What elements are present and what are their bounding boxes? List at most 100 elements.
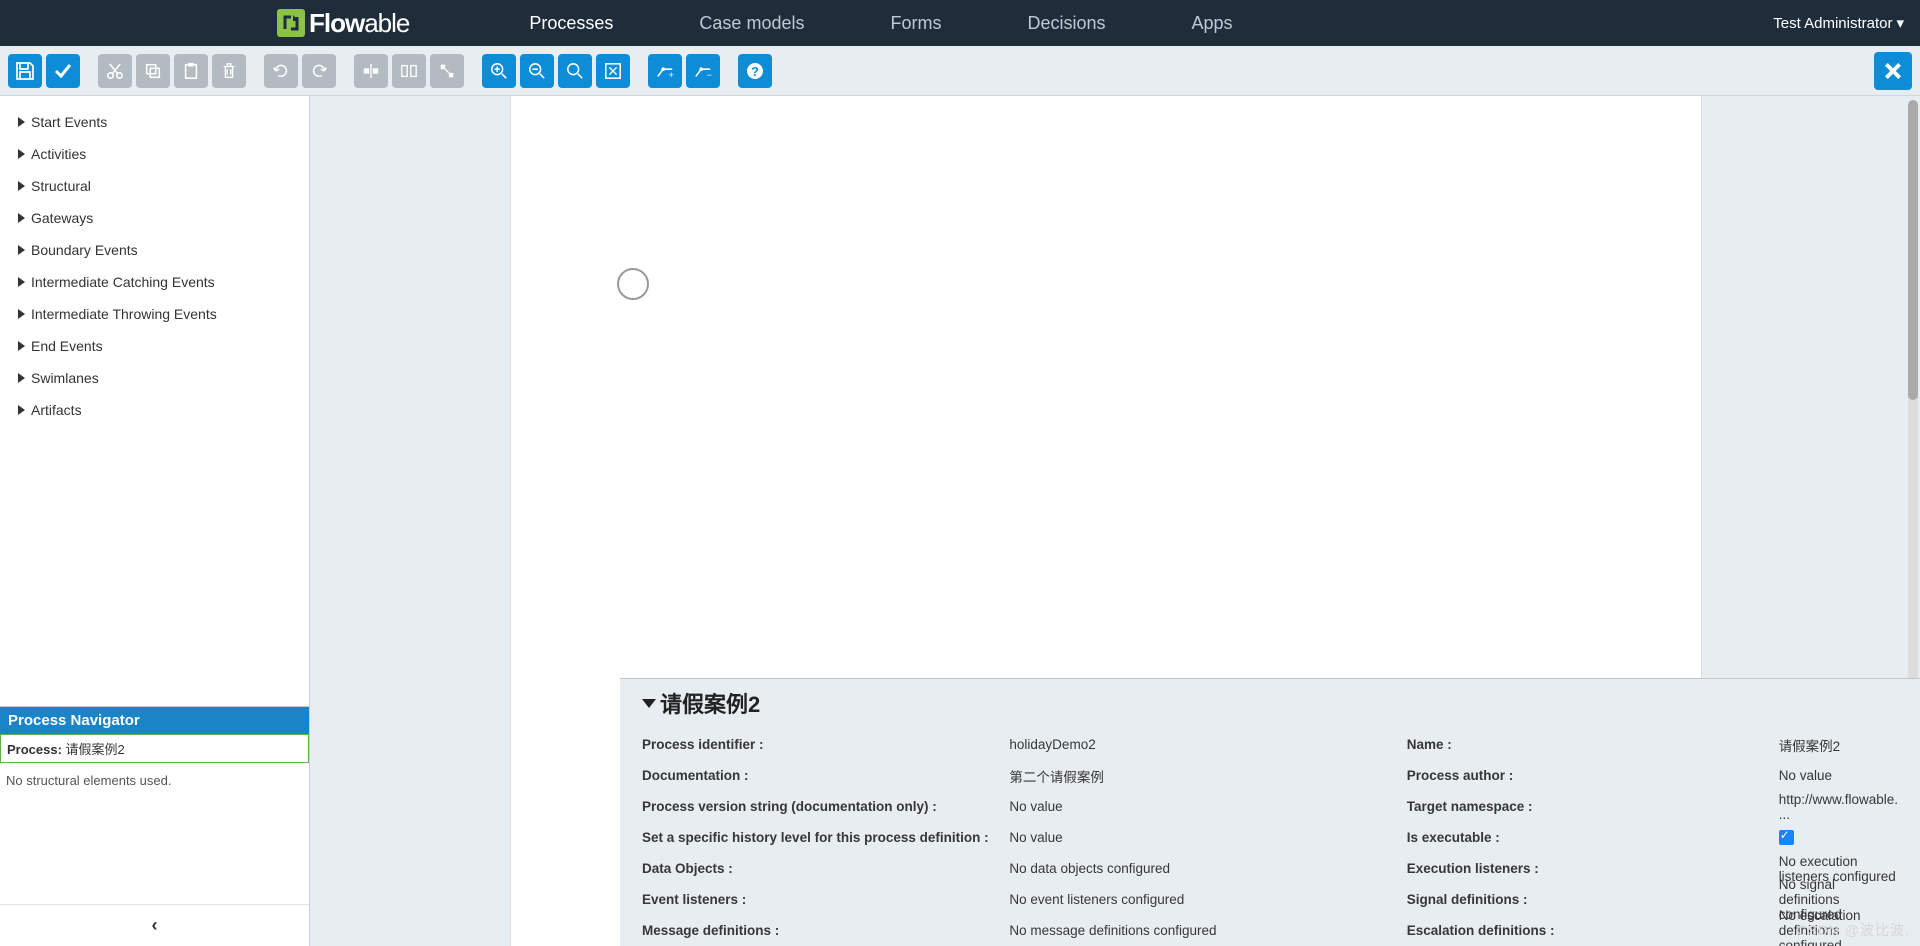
prop-label-target-namespace: Target namespace : [1407,791,1761,822]
editor-toolbar: + − ? [0,46,1920,96]
cut-icon [106,62,124,80]
bendpoint-add-icon: + [656,62,674,80]
same-size-button[interactable] [392,54,426,88]
properties-panel: 请假案例2 Process identifier : Documentation… [620,678,1920,946]
zoom-fit-icon [604,62,622,80]
palette-end-events[interactable]: End Events [0,330,309,362]
prop-value-event-listeners[interactable]: No event listeners configured [1009,884,1388,915]
redo-icon [272,62,290,80]
navigator-title: Process Navigator [0,707,309,734]
chevron-down-icon: ▾ [1896,14,1904,32]
process-navigator: Process Navigator Process: 请假案例2 No stru… [0,706,309,946]
prop-label-execution-listeners: Execution listeners : [1407,853,1761,884]
copy-icon [144,62,162,80]
svg-text:+: + [669,70,674,80]
palette-intermediate-catching[interactable]: Intermediate Catching Events [0,266,309,298]
delete-button[interactable] [212,54,246,88]
prop-value-target-namespace[interactable]: http://www.flowable. ... [1779,791,1898,822]
align-h-icon [438,62,456,80]
prop-label-version-string: Process version string (documentation on… [642,791,991,822]
zoom-actual-icon [566,62,584,80]
zoom-out-button[interactable] [520,54,554,88]
navigator-process-row[interactable]: Process: 请假案例2 [0,734,309,763]
save-icon [15,61,35,81]
top-navbar: Flowable Processes Case models Forms Dec… [0,0,1920,46]
prop-value-escalation-definitions[interactable]: No escalation definitions configured [1779,915,1898,946]
workspace: Start Events Activities Structural Gatew… [0,96,1920,946]
help-icon: ? [745,61,765,81]
zoom-in-button[interactable] [482,54,516,88]
prop-label-data-objects: Data Objects : [642,853,991,884]
left-panel: Start Events Activities Structural Gatew… [0,96,310,946]
trash-icon [220,62,238,80]
navbar-menu: Processes Case models Forms Decisions Ap… [529,13,1232,34]
bendpoint-remove-icon: − [694,62,712,80]
prop-value-is-executable[interactable] [1779,822,1898,853]
prop-value-process-author[interactable]: No value [1779,760,1898,791]
navigator-empty-text: No structural elements used. [0,763,309,904]
navigator-process-label: Process: [7,742,62,757]
close-icon [1882,60,1904,82]
properties-title[interactable]: 请假案例2 [642,687,1898,719]
zoom-fit-button[interactable] [596,54,630,88]
prop-value-documentation[interactable]: 第二个请假案例 [1009,760,1388,791]
prop-value-version-string[interactable]: No value [1009,791,1388,822]
palette-artifacts[interactable]: Artifacts [0,394,309,426]
copy-button[interactable] [136,54,170,88]
prop-label-process-author: Process author : [1407,760,1761,791]
navigator-collapse-button[interactable]: ‹ [0,904,309,946]
nav-item-processes[interactable]: Processes [529,13,613,34]
align-horizontal-button[interactable] [430,54,464,88]
bendpoint-remove-button[interactable]: − [686,54,720,88]
cut-button[interactable] [98,54,132,88]
nav-item-apps[interactable]: Apps [1192,13,1233,34]
align-vertical-button[interactable] [354,54,388,88]
scrollbar-thumb[interactable] [1908,100,1918,400]
zoom-in-icon [490,62,508,80]
prop-label-escalation-definitions: Escalation definitions : [1407,915,1761,946]
undo-button[interactable] [302,54,336,88]
palette-gateways[interactable]: Gateways [0,202,309,234]
prop-value-name[interactable]: 请假案例2 [1779,729,1898,760]
palette-structural[interactable]: Structural [0,170,309,202]
paste-icon [182,62,200,80]
palette-start-events[interactable]: Start Events [0,106,309,138]
check-icon [53,61,73,81]
prop-label-signal-definitions: Signal definitions : [1407,884,1761,915]
is-executable-checkbox[interactable] [1779,830,1794,845]
redo-button[interactable] [264,54,298,88]
shape-palette: Start Events Activities Structural Gatew… [0,96,309,706]
prop-value-data-objects[interactable]: No data objects configured [1009,853,1388,884]
palette-boundary-events[interactable]: Boundary Events [0,234,309,266]
navigator-process-name: 请假案例2 [66,742,125,757]
zoom-out-icon [528,62,546,80]
close-editor-button[interactable] [1874,52,1912,90]
prop-value-process-identifier[interactable]: holidayDemo2 [1009,729,1388,760]
nav-item-forms[interactable]: Forms [890,13,941,34]
paste-button[interactable] [174,54,208,88]
nav-item-case-models[interactable]: Case models [699,13,804,34]
palette-intermediate-throwing[interactable]: Intermediate Throwing Events [0,298,309,330]
user-name-label: Test Administrator [1773,15,1892,32]
start-event-shape[interactable] [617,268,649,300]
prop-label-message-definitions: Message definitions : [642,915,991,946]
prop-label-history-level: Set a specific history level for this pr… [642,822,991,853]
prop-label-documentation: Documentation : [642,760,991,791]
undo-icon [310,62,328,80]
validate-button[interactable] [46,54,80,88]
help-button[interactable]: ? [738,54,772,88]
prop-label-process-identifier: Process identifier : [642,729,991,760]
save-button[interactable] [8,54,42,88]
properties-title-text: 请假案例2 [660,687,760,719]
prop-value-history-level[interactable]: No value [1009,822,1388,853]
prop-label-event-listeners: Event listeners : [642,884,991,915]
palette-activities[interactable]: Activities [0,138,309,170]
prop-value-message-definitions[interactable]: No message definitions configured [1009,915,1388,946]
zoom-actual-button[interactable] [558,54,592,88]
bendpoint-add-button[interactable]: + [648,54,682,88]
user-menu[interactable]: Test Administrator ▾ [1773,14,1904,32]
nav-item-decisions[interactable]: Decisions [1027,13,1105,34]
prop-label-is-executable: Is executable : [1407,822,1761,853]
palette-swimlanes[interactable]: Swimlanes [0,362,309,394]
same-size-icon [400,62,418,80]
